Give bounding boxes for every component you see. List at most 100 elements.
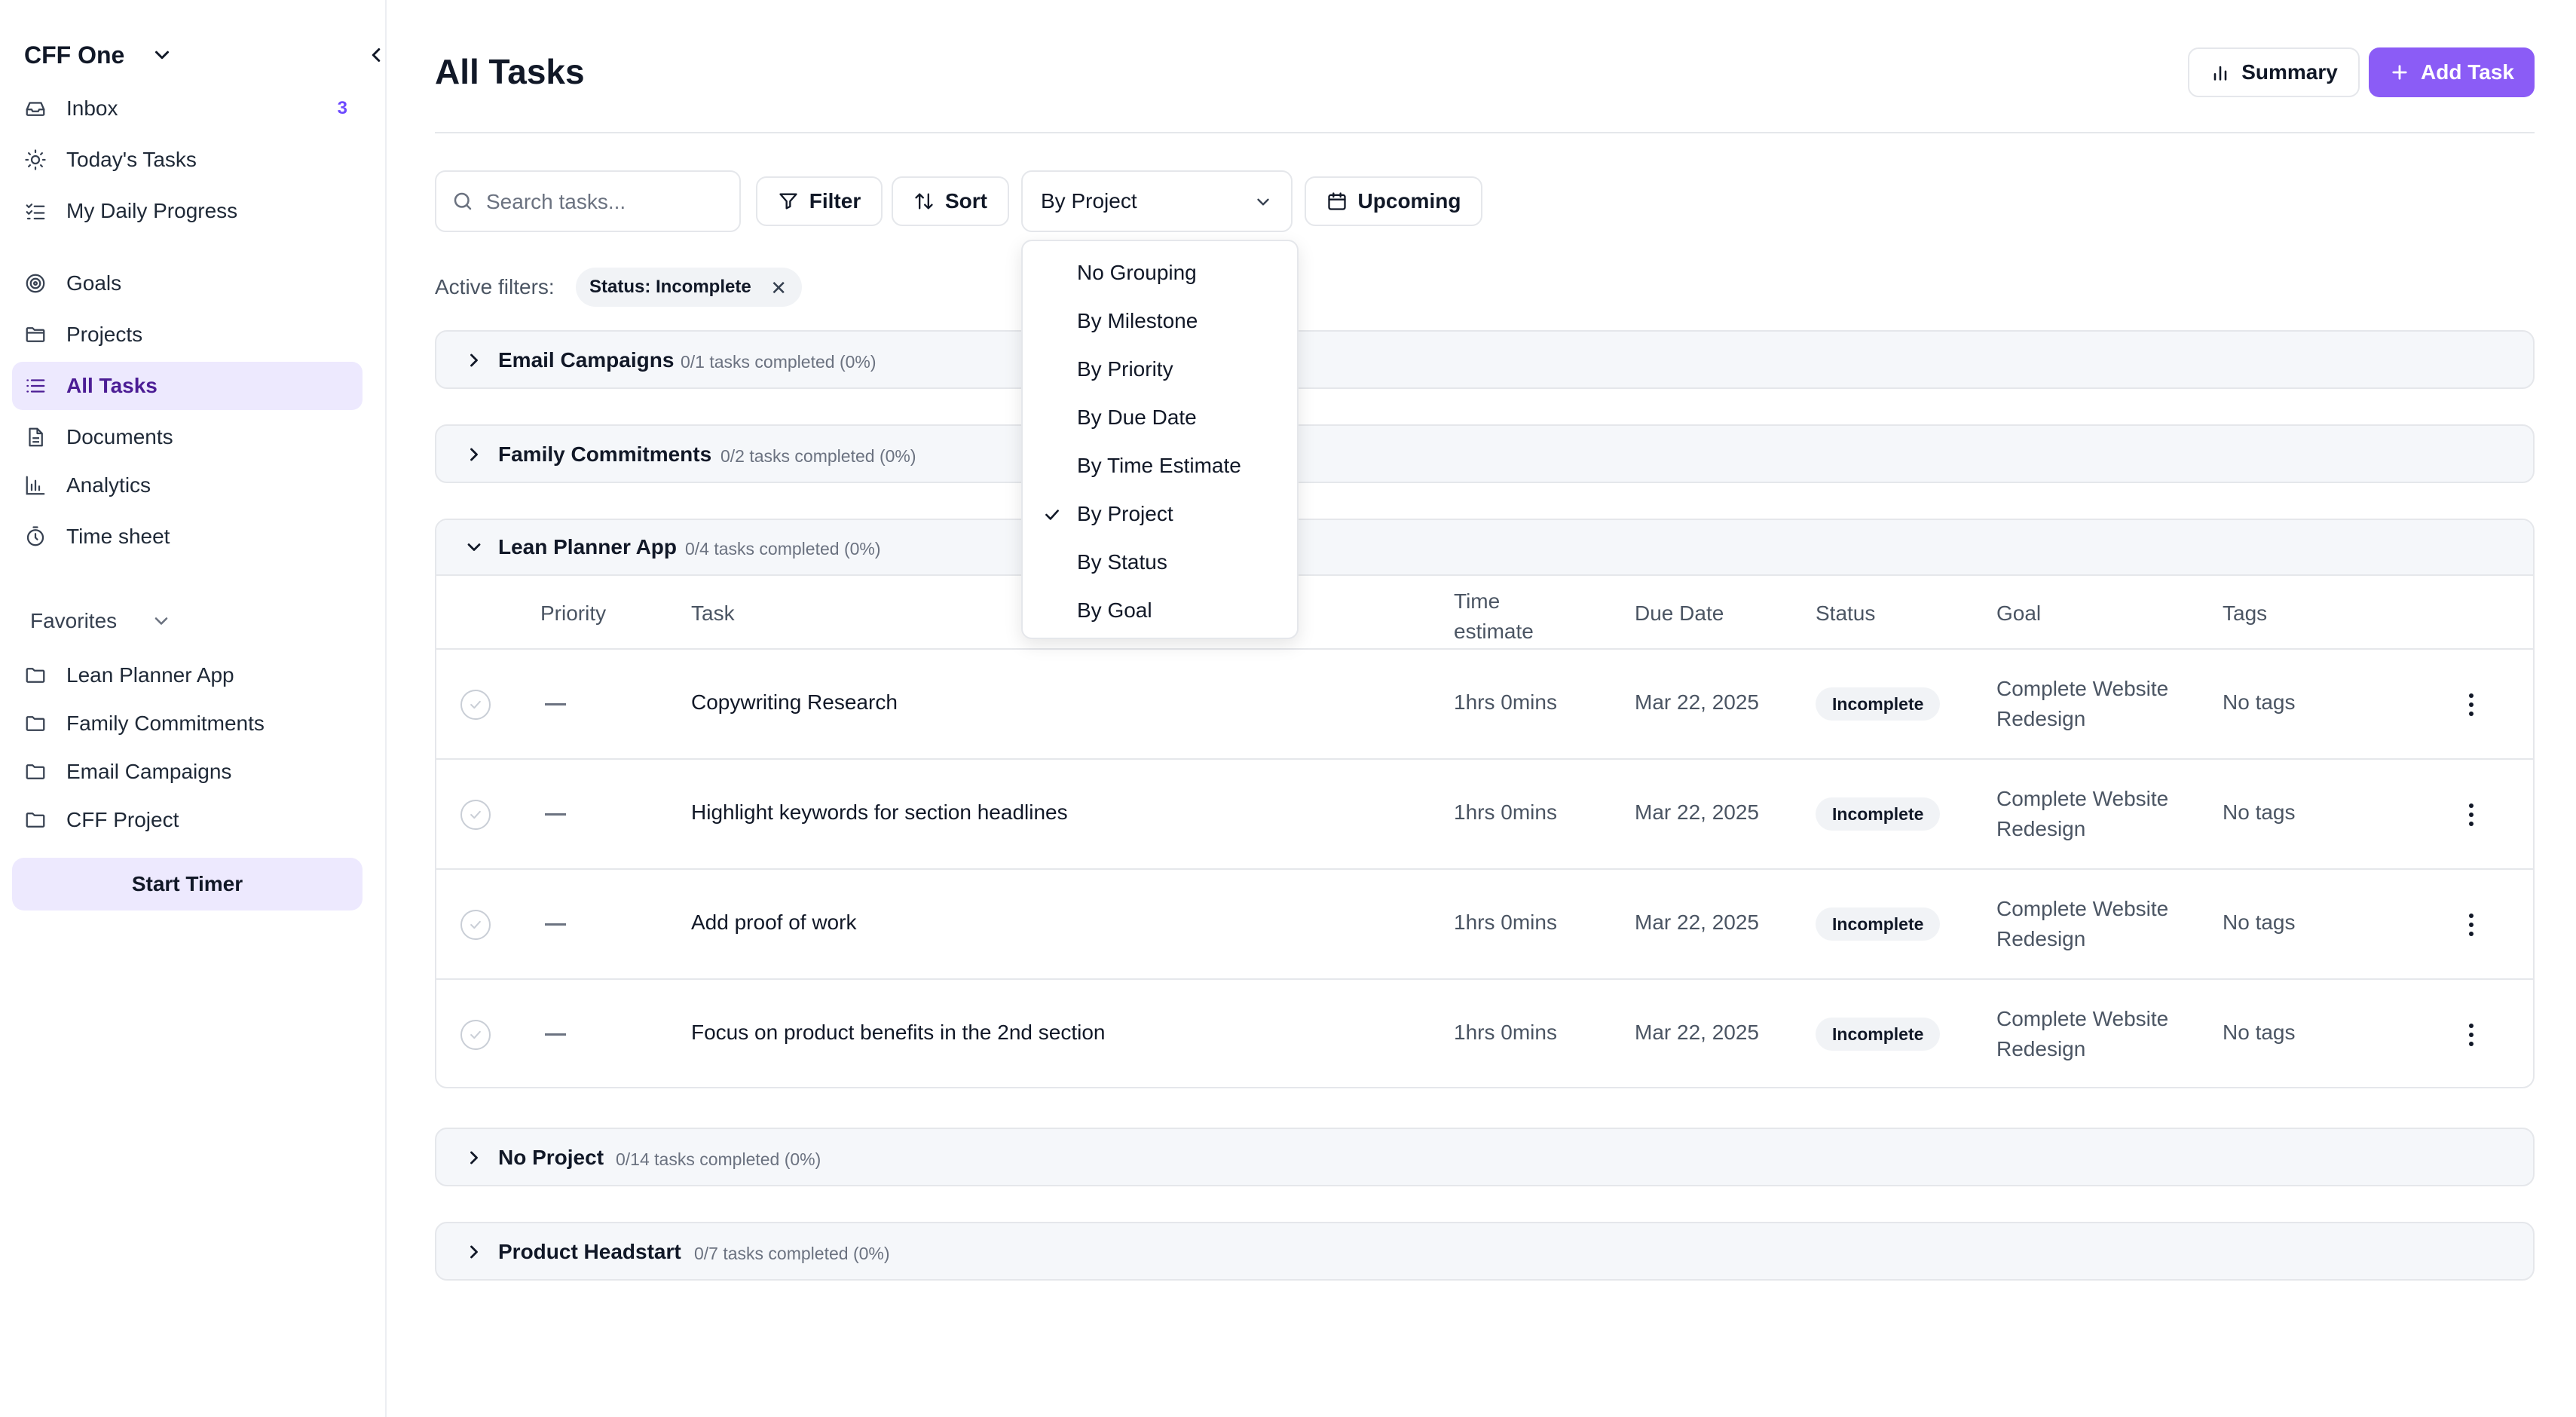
more-options-icon[interactable] xyxy=(2468,691,2474,718)
remove-filter-icon[interactable]: ✕ xyxy=(770,277,787,300)
status-badge[interactable]: Incomplete xyxy=(1816,687,1941,721)
group-header-no-project[interactable]: No Project 0/14 tasks completed (0%) xyxy=(435,1128,2535,1186)
workspace-switcher[interactable]: CFF One xyxy=(24,38,381,72)
complete-task-checkbox[interactable] xyxy=(460,1020,491,1050)
upcoming-button[interactable]: Upcoming xyxy=(1305,176,1482,226)
add-task-button[interactable]: Add Task xyxy=(2369,47,2535,97)
complete-task-checkbox[interactable] xyxy=(460,690,491,720)
table-row[interactable]: Copywriting Research 1hrs 0mins Mar 22, … xyxy=(436,650,2533,760)
goal-link[interactable]: Complete Website Redesign xyxy=(1996,894,2223,954)
grouping-option-no-grouping[interactable]: No Grouping xyxy=(1023,249,1297,297)
start-timer-button[interactable]: Start Timer xyxy=(12,858,363,910)
task-title[interactable]: Add proof of work xyxy=(691,910,856,935)
summary-button[interactable]: Summary xyxy=(2188,47,2360,97)
group-name: Family Commitments xyxy=(498,442,712,466)
favorite-item-lean-planner-app[interactable]: Lean Planner App xyxy=(12,651,363,699)
chevron-down-icon[interactable] xyxy=(151,611,172,632)
sidebar-item-goals[interactable]: Goals xyxy=(12,259,363,308)
collapse-sidebar-icon[interactable] xyxy=(365,44,387,66)
task-title[interactable]: Copywriting Research xyxy=(691,690,898,715)
tags[interactable]: No tags xyxy=(2223,910,2296,935)
sidebar-item-inbox[interactable]: Inbox 3 xyxy=(12,84,363,133)
priority-empty[interactable] xyxy=(545,813,566,816)
due-date[interactable]: Mar 22, 2025 xyxy=(1635,800,1759,825)
due-date[interactable]: Mar 22, 2025 xyxy=(1635,910,1759,935)
column-header-goal[interactable]: Goal xyxy=(1996,601,2041,626)
status-badge[interactable]: Incomplete xyxy=(1816,907,1941,941)
table-row[interactable]: Focus on product benefits in the 2nd sec… xyxy=(436,980,2533,1087)
sidebar-item-time-sheet[interactable]: Time sheet xyxy=(12,513,363,561)
sidebar-item-documents[interactable]: Documents xyxy=(12,413,363,461)
goal-link[interactable]: Complete Website Redesign xyxy=(1996,1004,2223,1064)
inbox-count-badge: 3 xyxy=(337,98,347,118)
group-header-email-campaigns[interactable]: Email Campaigns 0/1 tasks completed (0%) xyxy=(435,330,2535,389)
time-estimate: 1hrs 0mins xyxy=(1454,800,1557,824)
group-header-product-headstart[interactable]: Product Headstart 0/7 tasks completed (0… xyxy=(435,1222,2535,1281)
tags[interactable]: No tags xyxy=(2223,1021,2296,1045)
due-date[interactable]: Mar 22, 2025 xyxy=(1635,1021,1759,1045)
favorite-item-cff-project[interactable]: CFF Project xyxy=(12,796,363,844)
option-label: By Priority xyxy=(1077,357,1173,381)
column-header-tags[interactable]: Tags xyxy=(2223,601,2267,626)
chevron-down-icon xyxy=(467,543,481,551)
search-input[interactable] xyxy=(486,185,727,219)
option-label: By Goal xyxy=(1077,598,1152,622)
column-header-due-date[interactable]: Due Date xyxy=(1635,601,1724,626)
tags[interactable]: No tags xyxy=(2223,690,2296,715)
filter-button[interactable]: Filter xyxy=(756,176,883,226)
column-header-priority[interactable]: Priority xyxy=(540,601,606,626)
group-header-family-commitments[interactable]: Family Commitments 0/2 tasks completed (… xyxy=(435,424,2535,483)
group-name: Product Headstart xyxy=(498,1240,681,1263)
column-header-time-estimate[interactable]: Time estimate xyxy=(1454,586,1567,647)
sidebar-item-analytics[interactable]: Analytics xyxy=(12,461,363,510)
favorite-item-family-commitments[interactable]: Family Commitments xyxy=(12,699,363,748)
complete-task-checkbox[interactable] xyxy=(460,800,491,830)
stopwatch-icon xyxy=(26,526,44,546)
more-options-icon[interactable] xyxy=(2468,1021,2474,1048)
group-header-lean-planner-app[interactable]: Lean Planner App 0/4 tasks completed (0%… xyxy=(436,520,2533,576)
grouping-option-by-milestone[interactable]: By Milestone xyxy=(1023,297,1297,345)
more-options-icon[interactable] xyxy=(2468,801,2474,828)
table-row[interactable]: Add proof of work 1hrs 0mins Mar 22, 202… xyxy=(436,870,2533,980)
header-divider xyxy=(435,132,2535,133)
grouping-option-by-priority[interactable]: By Priority xyxy=(1023,345,1297,393)
goal-link[interactable]: Complete Website Redesign xyxy=(1996,784,2223,844)
task-title[interactable]: Highlight keywords for section headlines xyxy=(691,800,1068,825)
status-badge[interactable]: Incomplete xyxy=(1816,797,1941,831)
check-icon xyxy=(470,810,481,819)
chevron-down-icon xyxy=(1257,198,1269,206)
priority-empty[interactable] xyxy=(545,703,566,705)
grouping-option-by-project[interactable]: By Project xyxy=(1023,490,1297,538)
column-header-task[interactable]: Task xyxy=(691,601,735,626)
more-options-icon[interactable] xyxy=(2468,911,2474,938)
grouping-option-by-due-date[interactable]: By Due Date xyxy=(1023,393,1297,442)
column-header-status[interactable]: Status xyxy=(1816,601,1875,626)
grouping-select-value: By Project xyxy=(1041,189,1137,213)
favorite-item-email-campaigns[interactable]: Email Campaigns xyxy=(12,748,363,796)
task-title[interactable]: Focus on product benefits in the 2nd sec… xyxy=(691,1021,1105,1045)
chevron-right-icon xyxy=(470,448,478,461)
table-row[interactable]: Highlight keywords for section headlines… xyxy=(436,760,2533,870)
sidebar-item-todays-tasks[interactable]: Today's Tasks xyxy=(12,136,363,184)
grouping-option-by-goal[interactable]: By Goal xyxy=(1023,586,1297,635)
sidebar-item-label: Today's Tasks xyxy=(66,148,197,171)
sidebar-item-all-tasks[interactable]: All Tasks xyxy=(12,362,363,410)
due-date[interactable]: Mar 22, 2025 xyxy=(1635,690,1759,715)
tags[interactable]: No tags xyxy=(2223,800,2296,825)
sort-button[interactable]: Sort xyxy=(892,176,1009,226)
search-box[interactable] xyxy=(435,170,741,232)
goal-link[interactable]: Complete Website Redesign xyxy=(1996,674,2223,734)
sidebar-item-my-daily-progress[interactable]: My Daily Progress xyxy=(12,187,363,235)
grouping-option-by-status[interactable]: By Status xyxy=(1023,538,1297,586)
grouping-select[interactable]: By Project xyxy=(1021,170,1293,232)
sidebar-item-projects[interactable]: Projects xyxy=(12,311,363,359)
summary-button-label: Summary xyxy=(2241,60,2338,84)
list-icon xyxy=(26,379,45,393)
status-badge[interactable]: Incomplete xyxy=(1816,1018,1941,1051)
priority-empty[interactable] xyxy=(545,923,566,926)
target-icon xyxy=(26,274,45,293)
priority-empty[interactable] xyxy=(545,1033,566,1036)
chevron-right-icon xyxy=(470,1151,478,1165)
complete-task-checkbox[interactable] xyxy=(460,910,491,940)
grouping-option-by-time-estimate[interactable]: By Time Estimate xyxy=(1023,442,1297,490)
